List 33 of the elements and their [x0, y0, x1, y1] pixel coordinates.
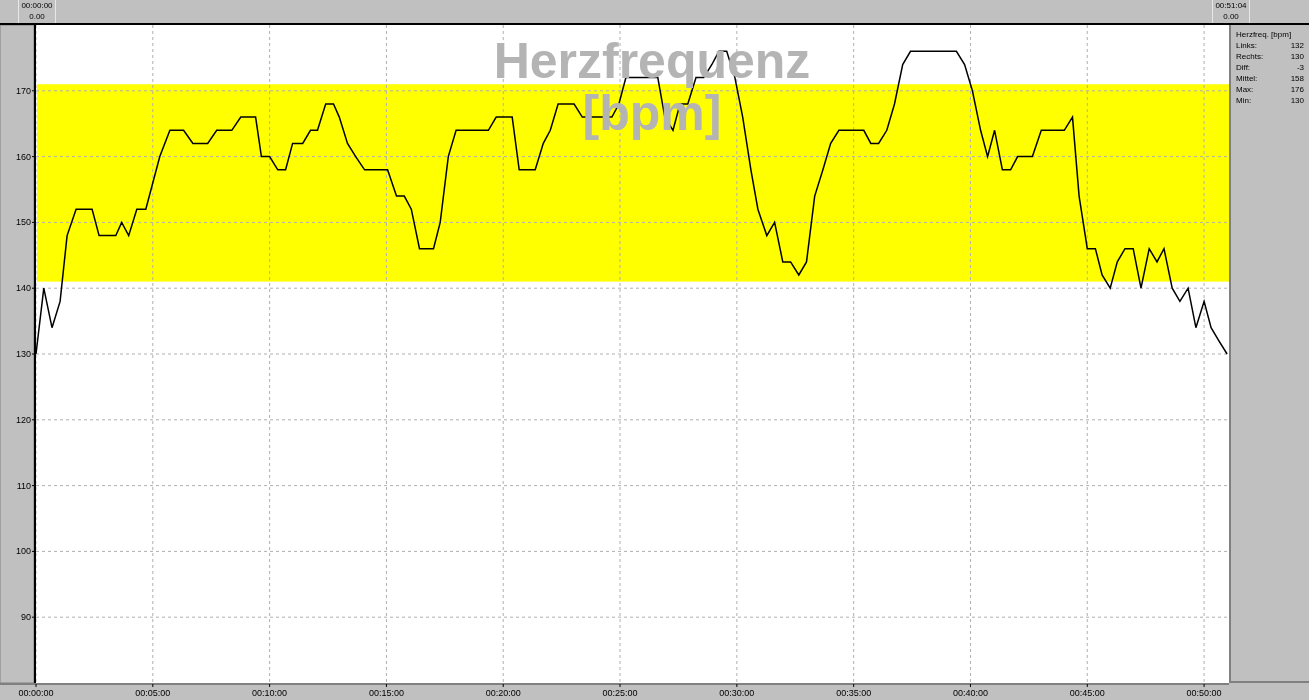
x-tick-label: 00:35:00 — [836, 688, 872, 698]
stat-label: Diff: — [1236, 62, 1251, 73]
y-tick-label: 100 — [15, 546, 31, 557]
stat-label: Links: — [1236, 40, 1257, 51]
x-tick-label: 00:05:00 — [135, 688, 171, 698]
x-tick-label: 00:50:00 — [1186, 688, 1222, 698]
x-tick-label: 00:25:00 — [602, 688, 638, 698]
stat-label: Min: — [1236, 95, 1252, 106]
stat-value: 130 — [1290, 95, 1304, 106]
y-tick-label: 130 — [15, 349, 31, 359]
x-tick-label: 00:30:00 — [719, 688, 755, 698]
stat-value: -3 — [1296, 62, 1304, 73]
x-tick-label: 00:00:00 — [18, 688, 54, 698]
y-tick-label: 150 — [15, 217, 31, 228]
stat-value: 176 — [1290, 84, 1304, 95]
stat-label: Max: — [1236, 84, 1254, 95]
y-tick-label: 90 — [21, 612, 31, 623]
stat-label: Rechts: — [1236, 51, 1264, 62]
y-tick-label: 160 — [15, 151, 31, 162]
stat-value: 130 — [1290, 51, 1304, 62]
y-tick-label: 110 — [16, 480, 31, 491]
x-tick-label: 00:15:00 — [368, 688, 404, 698]
y-tick-label: 170 — [15, 85, 31, 96]
x-tick-label: 00:20:00 — [485, 688, 521, 698]
y-tick-label: 140 — [15, 283, 31, 294]
stats-title: Herzfreq. [bpm] — [1236, 29, 1293, 40]
stat-label: Mittel: — [1236, 73, 1258, 84]
stat-value: 158 — [1290, 73, 1304, 84]
x-tick-label: 00:10:00 — [252, 688, 288, 698]
x-tick-label: 00:45:00 — [1069, 688, 1105, 698]
stat-value: 132 — [1290, 40, 1304, 51]
x-tick-label: 00:40:00 — [952, 688, 988, 698]
y-tick-label: 120 — [15, 414, 31, 425]
